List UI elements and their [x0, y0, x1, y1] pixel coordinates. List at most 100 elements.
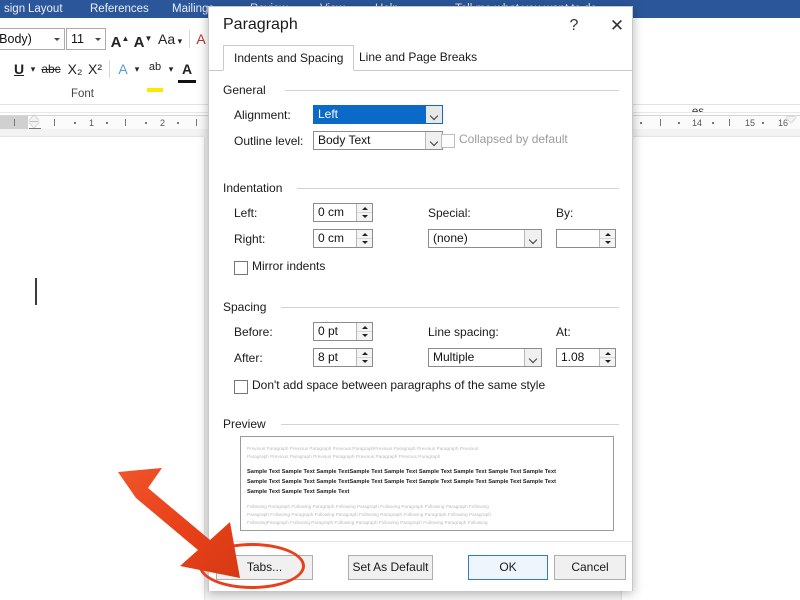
ribbon-tab-design[interactable]: sign [4, 1, 25, 17]
stepper-down[interactable] [357, 358, 372, 366]
stepper-down[interactable] [600, 239, 615, 247]
ruler-tick-2: 2 [160, 119, 165, 128]
dont-add-space-label: Don't add space between paragraphs of th… [252, 378, 545, 392]
stepper-down[interactable] [600, 358, 615, 366]
subscript-label: X₂ [68, 61, 83, 77]
stepper-buttons[interactable] [599, 349, 615, 366]
toolbar-divider [189, 30, 190, 48]
alignment-combo[interactable]: Left [313, 105, 443, 124]
ok-button[interactable]: OK [468, 555, 548, 580]
preview-previous-line: Paragraph Previous Paragraph Previous Pa… [247, 454, 440, 459]
by-stepper[interactable] [556, 229, 616, 248]
stepper-down[interactable] [357, 332, 372, 340]
superscript-icon[interactable]: X² [86, 58, 104, 80]
mirror-indents-label: Mirror indents [252, 259, 325, 273]
shrink-font-label: A [134, 34, 145, 51]
stepper-buttons[interactable] [356, 323, 372, 340]
indent-left-stepper[interactable]: 0 cm [313, 203, 373, 222]
indentation-group-label: Indentation [223, 181, 287, 195]
first-line-indent-marker[interactable] [29, 115, 39, 121]
chevron-down-icon[interactable] [425, 132, 442, 149]
toolbar-divider [109, 60, 110, 78]
paragraph-preview: Previous Paragraph Previous Paragraph Pr… [240, 436, 614, 531]
strikethrough-icon[interactable]: abc [40, 58, 62, 80]
checkbox-box [234, 380, 248, 394]
preview-following-line: Paragraph Following Paragraph Following … [247, 512, 491, 517]
collapsed-by-default-label: Collapsed by default [459, 132, 568, 146]
preview-following-line: Following Paragraph Following Paragraph … [247, 504, 489, 509]
help-icon[interactable]: ? [561, 15, 587, 37]
grow-font-icon[interactable]: A▲ [110, 28, 130, 54]
special-label: Special: [428, 206, 471, 220]
stepper-up[interactable] [600, 230, 615, 239]
stepper-buttons[interactable] [356, 349, 372, 366]
change-case-icon[interactable]: Aa ▾ [158, 28, 182, 52]
text-effects-dropdown-icon[interactable]: ▾ [132, 58, 142, 80]
indentation-group: Indentation Left: 0 cm Right: 0 cm Speci… [223, 181, 619, 276]
checkbox-box [441, 134, 455, 148]
dialog-title-bar[interactable]: Paragraph ? ✕ [209, 7, 632, 45]
spacing-after-value: 8 pt [318, 349, 338, 366]
paragraph-dialog: Paragraph ? ✕ Indents and Spacing Line a… [208, 6, 633, 591]
change-case-label: Aa [158, 31, 175, 47]
font-size-combo[interactable]: 11 [66, 28, 106, 50]
indent-right-value: 0 cm [318, 230, 344, 247]
ribbon-tab-layout[interactable]: Layout [28, 1, 63, 17]
tab-label: Line and Page Breaks [359, 50, 477, 64]
set-as-default-button[interactable]: Set As Default [348, 555, 433, 580]
spacing-after-stepper[interactable]: 8 pt [313, 348, 373, 367]
line-spacing-label-text: Line spacing: [428, 325, 499, 339]
ruler-tick-15: 15 [745, 119, 755, 128]
at-value: 1.08 [561, 349, 584, 366]
special-combo[interactable]: (none) [428, 229, 542, 248]
indent-right-stepper[interactable]: 0 cm [313, 229, 373, 248]
font-color-label: A [182, 61, 192, 77]
chevron-down-icon[interactable] [524, 349, 541, 366]
chevron-down-icon [95, 38, 101, 41]
ribbon-tab-references[interactable]: References [90, 1, 149, 17]
general-group: General Alignment: Left Outline level: B… [223, 83, 619, 153]
underline-icon[interactable]: U [10, 58, 28, 80]
stepper-down[interactable] [357, 239, 372, 247]
stepper-buttons[interactable] [599, 230, 615, 247]
ruler-tick-14: 14 [692, 119, 702, 128]
tab-line-and-page-breaks[interactable]: Line and Page Breaks [349, 45, 487, 71]
font-color-icon[interactable]: A [178, 58, 196, 83]
line-spacing-combo[interactable]: Multiple [428, 348, 542, 367]
stepper-down[interactable] [357, 213, 372, 221]
dialog-tab-strip: Indents and Spacing Line and Page Breaks [209, 45, 632, 71]
outline-level-combo[interactable]: Body Text [313, 131, 443, 150]
close-icon[interactable]: ✕ [604, 15, 630, 37]
chevron-down-icon[interactable] [524, 230, 541, 247]
tab-indents-and-spacing[interactable]: Indents and Spacing [223, 45, 354, 71]
dialog-body: General Alignment: Left Outline level: B… [209, 71, 632, 541]
at-label-text: At: [556, 325, 571, 339]
indent-left-label: Left: [234, 206, 257, 220]
text-effects-icon[interactable]: A [114, 58, 132, 80]
highlight-dropdown-icon[interactable]: ▾ [166, 58, 176, 80]
spacing-before-stepper[interactable]: 0 pt [313, 322, 373, 341]
outline-level-value: Body Text [318, 132, 370, 149]
cancel-button[interactable]: Cancel [554, 555, 626, 580]
at-stepper[interactable]: 1.08 [556, 348, 616, 367]
stepper-up[interactable] [357, 349, 372, 358]
stepper-up[interactable] [357, 230, 372, 239]
indent-left-label-text: Left: [234, 206, 257, 220]
underline-dropdown-icon[interactable]: ▾ [28, 58, 38, 80]
stepper-up[interactable] [357, 323, 372, 332]
clear-formatting-icon[interactable]: A [193, 28, 209, 50]
stepper-up[interactable] [600, 349, 615, 358]
preview-group-label: Preview [223, 417, 271, 431]
special-value: (none) [433, 230, 468, 247]
general-group-label: General [223, 83, 271, 97]
right-indent-marker[interactable] [786, 117, 796, 123]
group-rule [281, 307, 619, 308]
chevron-down-icon[interactable] [425, 106, 442, 123]
shrink-font-icon[interactable]: A▼ [133, 28, 153, 54]
stepper-buttons[interactable] [356, 230, 372, 247]
stepper-buttons[interactable] [356, 204, 372, 221]
stepper-up[interactable] [357, 204, 372, 213]
font-name-combo[interactable]: (Body) [0, 28, 65, 50]
document-page-right[interactable] [622, 137, 800, 600]
subscript-icon[interactable]: X₂ [66, 58, 84, 80]
